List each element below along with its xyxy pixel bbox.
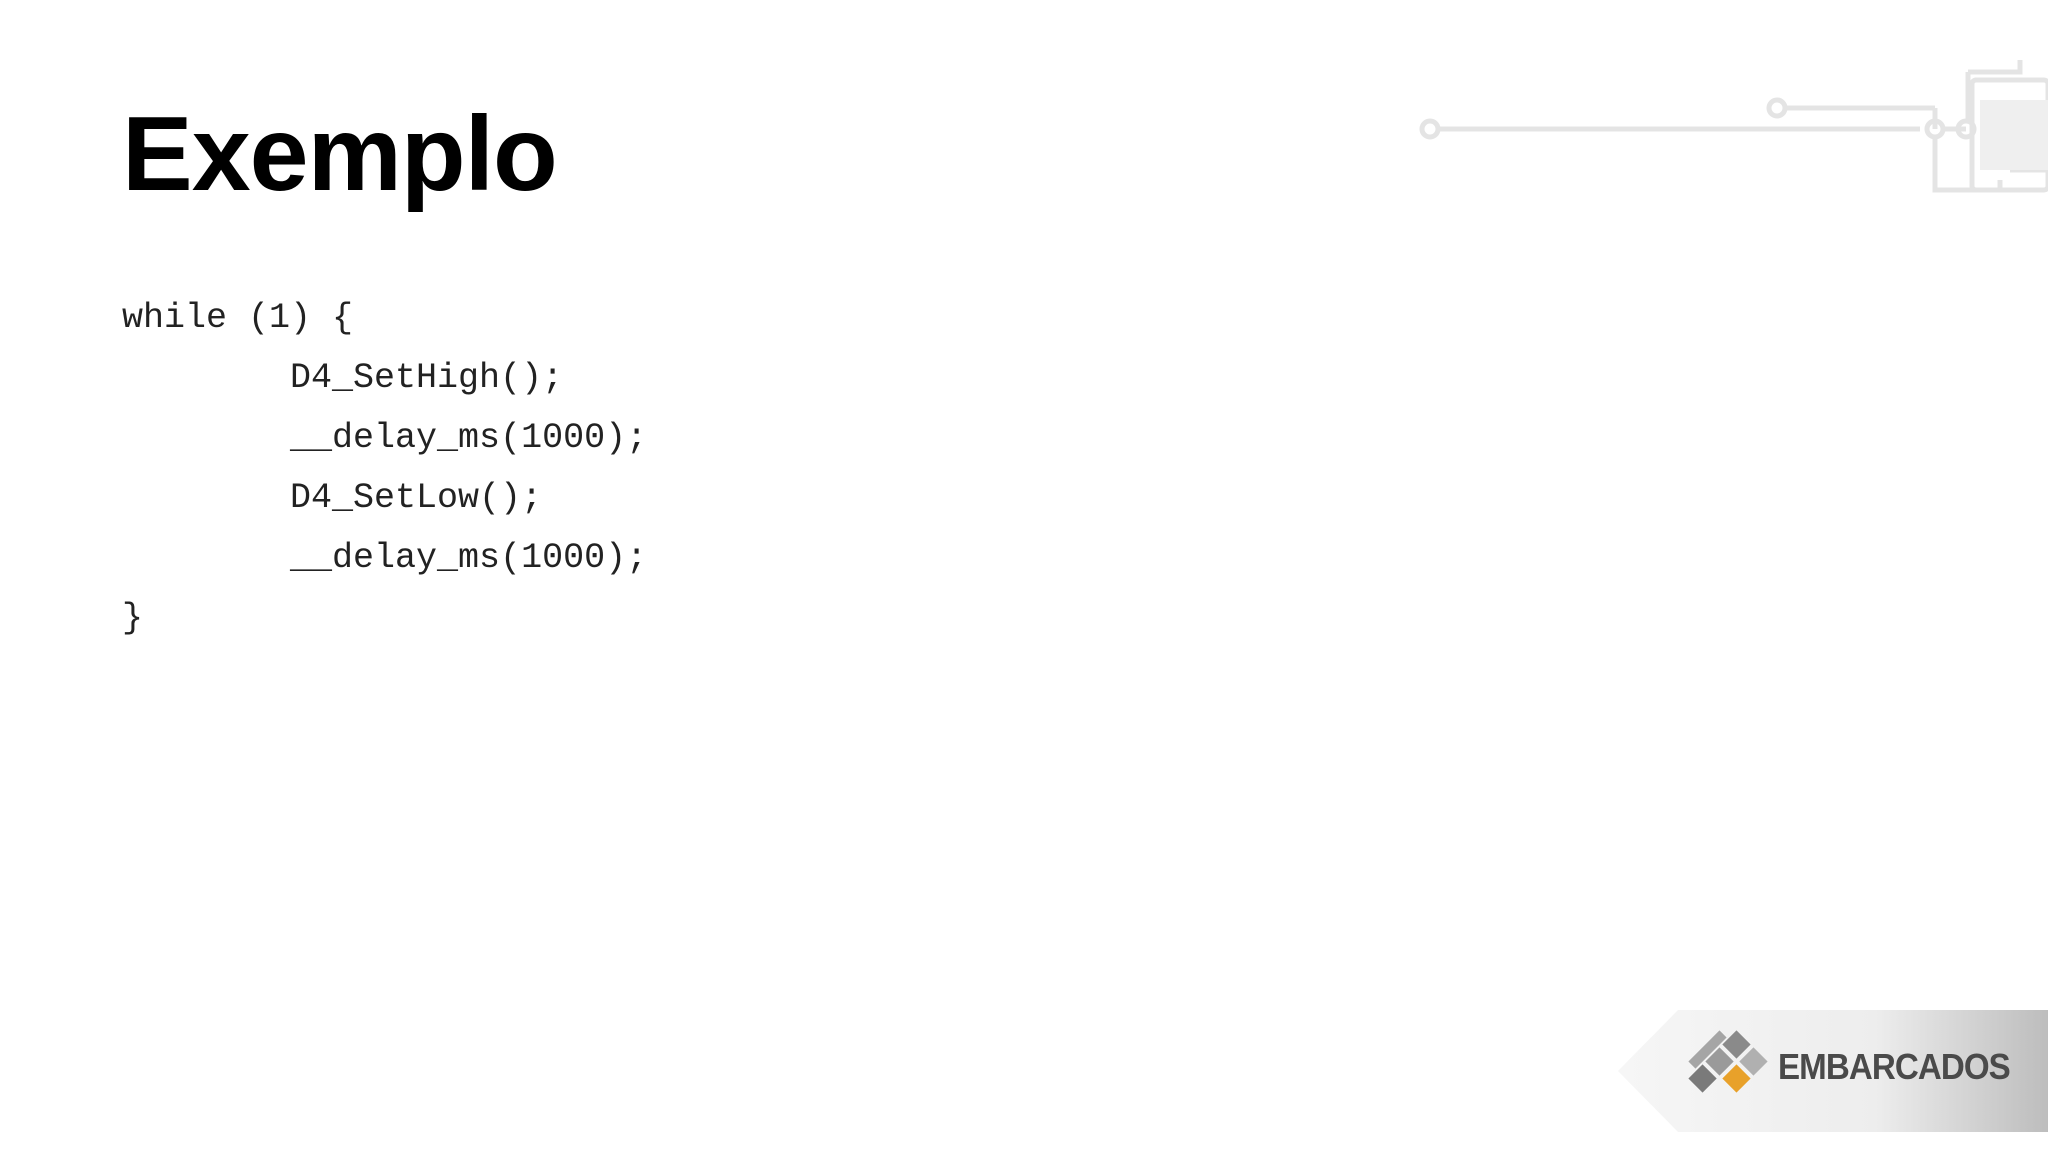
slide: Exemplo while (1) { D4_SetHigh(); __dela… bbox=[0, 0, 2048, 1152]
code-line: } bbox=[122, 598, 144, 638]
code-line: __delay_ms(1000); bbox=[122, 418, 648, 458]
code-line: D4_SetLow(); bbox=[122, 478, 543, 518]
code-block: while (1) { D4_SetHigh(); __delay_ms(100… bbox=[122, 288, 647, 648]
embarcados-logo-icon bbox=[1688, 1030, 1768, 1093]
code-line: while (1) { bbox=[122, 298, 354, 338]
circuit-trace-icon bbox=[1419, 60, 2048, 193]
code-line: D4_SetHigh(); bbox=[122, 358, 564, 398]
logo-text: EMBARCADOS bbox=[1778, 1046, 2011, 1087]
slide-title: Exemplo bbox=[122, 95, 558, 213]
code-line: __delay_ms(1000); bbox=[122, 538, 648, 578]
